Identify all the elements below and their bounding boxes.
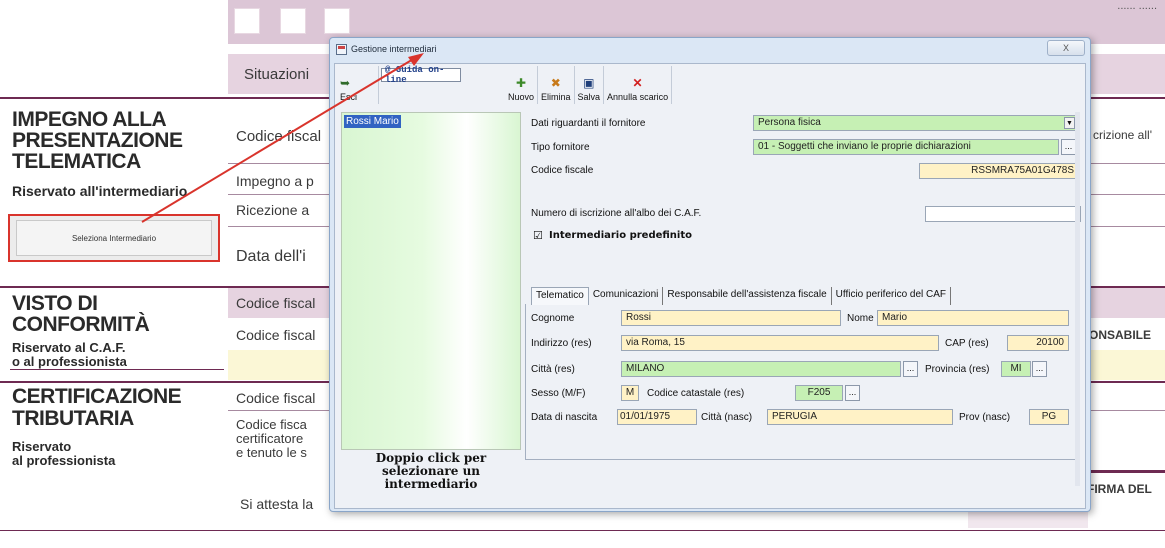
arrow-line <box>141 54 421 223</box>
arrow-head-icon <box>408 53 424 66</box>
annotation-arrow <box>141 53 424 223</box>
